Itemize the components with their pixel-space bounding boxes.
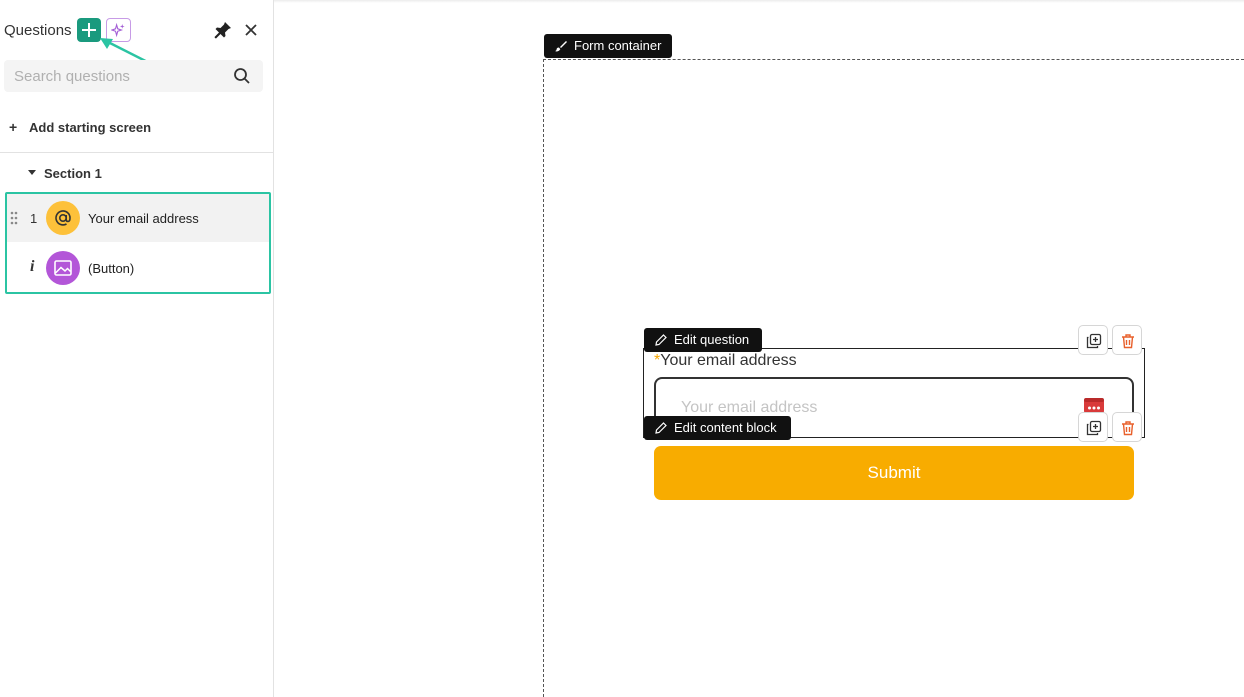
duplicate-icon xyxy=(1086,420,1102,436)
sidebar-title: Questions xyxy=(4,22,72,39)
pencil-icon xyxy=(655,334,667,346)
info-icon: i xyxy=(30,258,35,275)
question-title-text: Your email address xyxy=(660,352,797,369)
trash-icon xyxy=(1122,421,1134,436)
edit-content-block-button[interactable]: Edit content block xyxy=(644,416,791,440)
divider xyxy=(0,152,273,153)
plus-icon: + xyxy=(9,119,18,135)
close-sidebar-button[interactable] xyxy=(242,20,260,40)
search-input[interactable] xyxy=(14,66,224,86)
duplicate-icon xyxy=(1086,333,1102,349)
question-list-highlight: 1 Your email address i (Button) xyxy=(5,192,271,294)
image-icon xyxy=(54,260,72,276)
add-starting-screen-button[interactable]: + Add starting screen xyxy=(0,112,273,142)
delete-question-button[interactable] xyxy=(1112,325,1142,355)
submit-button[interactable]: Submit xyxy=(654,446,1134,500)
search-questions xyxy=(4,60,263,92)
edit-content-block-label: Edit content block xyxy=(674,420,777,435)
section-toggle[interactable]: Section 1 xyxy=(0,160,273,186)
caret-down-icon xyxy=(28,170,36,175)
question-type-badge xyxy=(46,201,80,235)
trash-icon xyxy=(1122,334,1134,349)
pencil-icon xyxy=(655,422,667,434)
brush-icon xyxy=(555,41,567,52)
form-container-tag-label: Form container xyxy=(574,38,662,53)
question-title: *Your email address xyxy=(654,352,797,370)
pin-sidebar-button[interactable] xyxy=(213,20,233,40)
search-icon[interactable] xyxy=(233,67,251,85)
question-type-badge xyxy=(46,251,80,285)
top-bar xyxy=(274,0,1244,3)
drag-handle-icon[interactable] xyxy=(10,211,18,225)
at-sign-icon xyxy=(55,210,71,226)
add-starting-screen-label: Add starting screen xyxy=(29,120,152,135)
question-item-email[interactable]: 1 Your email address xyxy=(7,194,269,242)
section-label: Section 1 xyxy=(44,166,102,181)
question-label: Your email address xyxy=(88,211,199,226)
close-icon xyxy=(245,24,257,36)
edit-question-label: Edit question xyxy=(674,332,750,347)
form-container-tag[interactable]: Form container xyxy=(544,34,672,58)
question-number: 1 xyxy=(30,211,38,226)
duplicate-block-button[interactable] xyxy=(1078,412,1108,442)
pin-icon xyxy=(214,22,231,39)
delete-block-button[interactable] xyxy=(1112,412,1142,442)
edit-question-button[interactable]: Edit question xyxy=(644,328,762,352)
questions-sidebar: Questions + Add sta xyxy=(0,0,274,697)
question-label: (Button) xyxy=(88,261,135,276)
duplicate-question-button[interactable] xyxy=(1078,325,1108,355)
question-item-button[interactable]: i (Button) xyxy=(7,244,269,292)
